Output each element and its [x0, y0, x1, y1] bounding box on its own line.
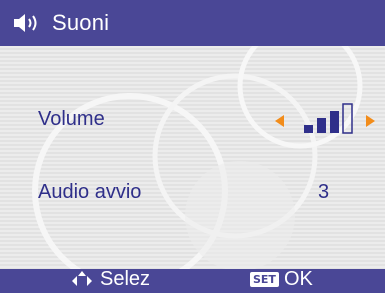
footer-ok-hint: SET OK — [250, 268, 313, 291]
camera-menu-screen: Suoni Volume Audio avvio 3 Selez SET OK — [0, 0, 385, 293]
volume-setting-row[interactable]: Volume — [0, 99, 385, 139]
decrease-arrow-icon[interactable] — [275, 115, 284, 127]
volume-label: Volume — [38, 107, 105, 130]
audio-avvio-setting-row[interactable]: Audio avvio 3 — [0, 172, 385, 212]
volume-bar — [342, 103, 353, 134]
audio-avvio-value: 3 — [318, 180, 330, 203]
set-button-badge: SET — [250, 272, 279, 287]
audio-avvio-label: Audio avvio — [38, 180, 142, 203]
footer-ok-label: OK — [283, 268, 313, 290]
up-down-arrows-icon — [70, 270, 94, 290]
footer-select-label: Selez — [100, 268, 151, 290]
speaker-icon — [12, 11, 46, 35]
volume-bar — [317, 118, 326, 133]
settings-panel: Volume Audio avvio 3 — [0, 46, 385, 269]
menu-footer: Selez SET OK — [0, 268, 385, 293]
volume-level-bars — [304, 103, 353, 134]
volume-control[interactable] — [270, 103, 385, 135]
volume-bar — [330, 111, 339, 133]
footer-select-hint: Selez — [70, 268, 150, 291]
menu-header: Suoni — [0, 0, 385, 46]
increase-arrow-icon[interactable] — [366, 115, 375, 127]
background-swirl — [32, 46, 363, 269]
volume-bar — [304, 125, 313, 133]
page-title: Suoni — [52, 10, 110, 35]
